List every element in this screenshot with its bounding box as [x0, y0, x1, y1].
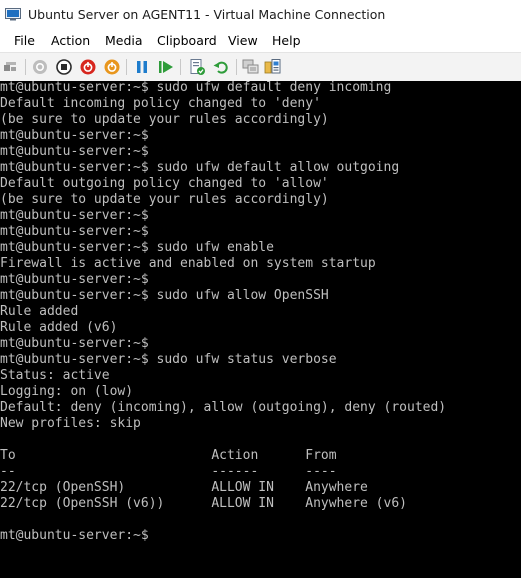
terminal-line: mt@ubuntu-server:~$	[0, 272, 149, 287]
start-icon[interactable]	[31, 58, 49, 76]
terminal-line: Status: active	[0, 368, 110, 383]
terminal-line: mt@ubuntu-server:~$	[0, 528, 149, 543]
terminal-line: Default outgoing policy changed to 'allo…	[0, 176, 329, 191]
toolbar-separator	[126, 59, 127, 75]
terminal-output: mt@ubuntu-server:~$ sudo ufw default den…	[0, 81, 446, 544]
terminal-line: New profiles: skip	[0, 416, 141, 431]
terminal-line: mt@ubuntu-server:~$ sudo ufw status verb…	[0, 352, 337, 367]
terminal-line: mt@ubuntu-server:~$	[0, 224, 149, 239]
vm-console-screen[interactable]: mt@ubuntu-server:~$ sudo ufw default den…	[0, 81, 521, 578]
terminal-line: (be sure to update your rules accordingl…	[0, 112, 329, 127]
terminal-line: Default: deny (incoming), allow (outgoin…	[0, 400, 447, 415]
toolbar-separator	[25, 59, 26, 75]
terminal-line: -- ------ ----	[0, 464, 337, 479]
menu-action[interactable]: Action	[49, 32, 92, 50]
menu-file[interactable]: File	[12, 32, 37, 50]
shut-down-icon[interactable]	[79, 58, 97, 76]
menu-media[interactable]: Media	[103, 32, 145, 50]
terminal-line: To Action From	[0, 448, 337, 463]
checkpoint-icon[interactable]	[188, 58, 206, 76]
pause-icon[interactable]	[133, 58, 151, 76]
terminal-line: mt@ubuntu-server:~$	[0, 144, 149, 159]
revert-icon[interactable]	[212, 58, 230, 76]
menu-clipboard[interactable]: Clipboard	[155, 32, 219, 50]
terminal-line: mt@ubuntu-server:~$ sudo ufw default den…	[0, 81, 392, 95]
menu-help[interactable]: Help	[270, 32, 303, 50]
terminal-line: mt@ubuntu-server:~$	[0, 128, 149, 143]
virtual-machine-icon	[5, 8, 21, 21]
toolbar-separator	[236, 59, 237, 75]
share-icon[interactable]	[264, 58, 282, 76]
terminal-line: Logging: on (low)	[0, 384, 134, 399]
terminal-line: 22/tcp (OpenSSH) ALLOW IN Anywhere	[0, 480, 368, 495]
toolbar	[0, 52, 521, 82]
turn-off-icon[interactable]	[55, 58, 73, 76]
save-state-icon[interactable]	[103, 58, 121, 76]
terminal-line: Rule added	[0, 304, 79, 319]
resume-icon[interactable]	[157, 58, 175, 76]
terminal-line: mt@ubuntu-server:~$	[0, 208, 149, 223]
enhanced-session-icon[interactable]	[242, 58, 260, 76]
menu-view[interactable]: View	[226, 32, 260, 50]
terminal-line: mt@ubuntu-server:~$ sudo ufw allow OpenS…	[0, 288, 329, 303]
title-bar[interactable]: Ubuntu Server on AGENT11 - Virtual Machi…	[0, 0, 521, 30]
ctrl-alt-del-icon[interactable]	[3, 58, 21, 76]
terminal-line: (be sure to update your rules accordingl…	[0, 192, 329, 207]
menu-bar: File Action Media Clipboard View Help	[0, 30, 521, 52]
terminal-line: Firewall is active and enabled on system…	[0, 256, 376, 271]
terminal-line: mt@ubuntu-server:~$ sudo ufw enable	[0, 240, 274, 255]
terminal-line: mt@ubuntu-server:~$	[0, 336, 149, 351]
window-title: Ubuntu Server on AGENT11 - Virtual Machi…	[28, 7, 386, 22]
terminal-line: Default incoming policy changed to 'deny…	[0, 96, 321, 111]
terminal-line: Rule added (v6)	[0, 320, 118, 335]
terminal-line: mt@ubuntu-server:~$ sudo ufw default all…	[0, 160, 400, 175]
toolbar-separator	[180, 59, 181, 75]
terminal-line: 22/tcp (OpenSSH (v6)) ALLOW IN Anywhere …	[0, 496, 407, 511]
